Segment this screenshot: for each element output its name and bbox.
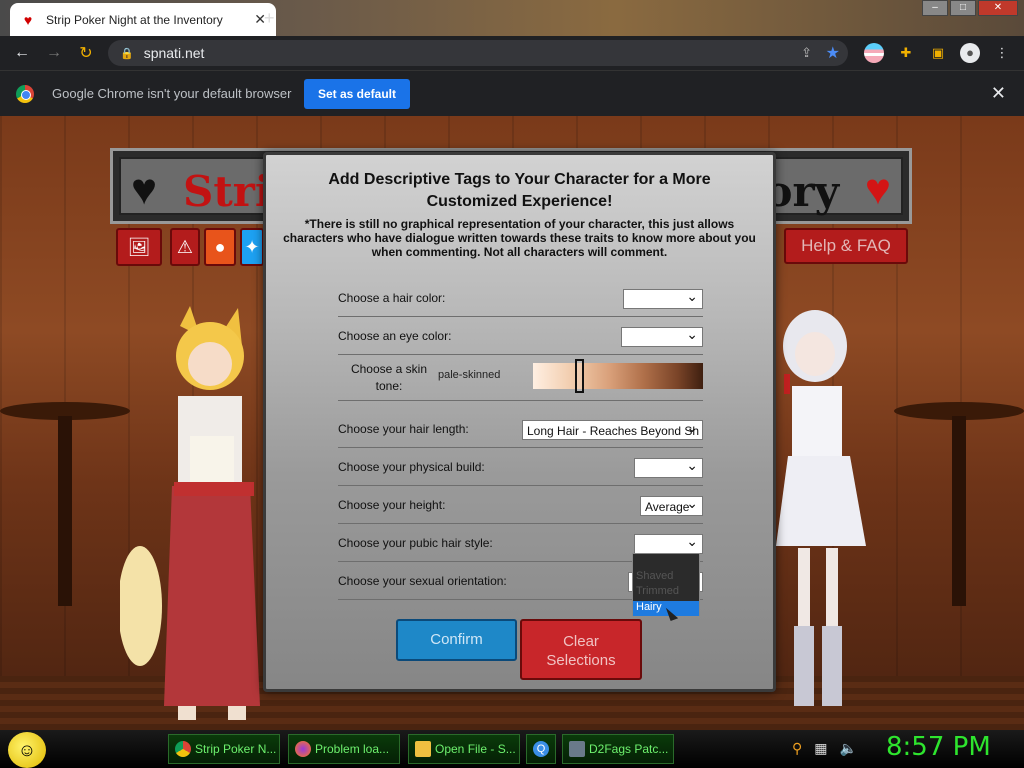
infobar-close-icon[interactable]: ✕ [991,83,1006,104]
red-heart-icon: ♥ [864,165,891,214]
skin-tone-row: Choose a skin tone: pale-skinned [338,355,703,401]
minimize-icon[interactable]: – [922,0,948,16]
browser-toolbar: ← → ↻ 🔒 spnati.net ⇪ ★ ✚ ▣ ● ⋮ [0,36,1024,70]
physical-build-row: Choose your physical build: [338,448,703,486]
browser-tab[interactable]: ♥ Strip Poker Night at the Inventory ✕ [10,3,276,36]
app-icon: Q [533,741,549,757]
dropdown-option-trimmed[interactable]: Trimmed [633,585,699,600]
bar-table-left-leg [58,416,72,606]
character-white-haired-girl [776,310,866,706]
clear-selections-button[interactable]: Clear Selections [520,619,642,680]
url-text: spnati.net [143,45,205,61]
bar-table-right-leg [952,416,966,606]
new-tab-icon[interactable]: + [264,8,275,29]
gallery-button[interactable]: 🖼 [116,228,162,266]
confirm-button[interactable]: Confirm [396,619,517,661]
profile-flag-icon[interactable] [864,43,884,63]
set-as-default-button[interactable]: Set as default [304,79,410,109]
taskbar-item-chrome[interactable]: Strip Poker N... [168,734,280,764]
pubic-hair-label: Choose your pubic hair style: [338,536,493,550]
skin-tone-slider[interactable] [533,359,703,393]
taskbar: ☺ Strip Poker N... Problem loa... Open F… [0,730,1024,768]
orientation-label: Choose your sexual orientation: [338,574,507,588]
start-smiley-icon[interactable]: ☺ [8,732,46,768]
lock-icon: 🔒 [120,47,134,60]
reddit-icon: ● [214,237,226,257]
hair-length-label: Choose your hair length: [338,422,469,436]
tab-title: Strip Poker Night at the Inventory [46,12,223,27]
taskbar-item-image[interactable]: D2Fags Patc... [562,734,674,764]
window-controls: – □ ✕ [922,0,1018,16]
modal-title: Add Descriptive Tags to Your Character f… [328,171,711,210]
infobar-message: Google Chrome isn't your default browser [52,86,292,101]
maximize-icon[interactable]: □ [950,0,976,16]
hair-length-select[interactable]: Long Hair - Reaches Beyond Sh [522,420,703,440]
taskbar-item-firefox[interactable]: Problem loa... [288,734,400,764]
skin-tone-label: Choose a skin tone: [350,362,428,393]
window-close-icon[interactable]: ✕ [978,0,1018,16]
search-icon[interactable]: ⚲ [792,740,802,757]
clear-label-line2: Selections [546,652,616,669]
pubic-hair-select[interactable] [634,534,703,554]
taskbar-item-label: Strip Poker N... [195,742,277,756]
volume-icon[interactable]: 🔈 [840,740,857,757]
warning-icon: ⚠ [176,237,194,257]
hair-color-select[interactable] [623,289,703,309]
default-browser-infobar: Google Chrome isn't your default browser… [0,70,1024,116]
reddit-button[interactable]: ● [204,228,236,266]
firefox-icon [295,741,311,757]
address-bar[interactable]: 🔒 spnati.net ⇪ ★ [108,40,848,66]
window-titlebar: ♥ Strip Poker Night at the Inventory ✕ +… [0,0,1024,36]
modal-note: *There is still no graphical representat… [283,217,756,259]
dropdown-option-shaved[interactable]: Shaved [633,570,699,585]
extensions-puzzle-icon[interactable]: ✚ [896,43,916,63]
eye-color-select[interactable] [621,327,703,347]
taskbar-item-label: D2Fags Patc... [589,742,669,756]
taskbar-item-label: Problem loa... [315,742,390,756]
eye-color-label: Choose an eye color: [338,329,452,343]
image-icon [569,741,585,757]
forward-icon[interactable]: → [38,44,70,62]
chrome-icon [175,741,191,757]
skin-tone-value: pale-skinned [438,369,501,381]
taskbar-clock[interactable]: 8:57 PM [886,732,991,762]
taskbar-item-label: Open File - S... [435,742,516,756]
height-label: Choose your height: [338,498,446,512]
height-select[interactable]: Average [640,496,703,516]
twitter-button[interactable]: ✦ [240,228,264,266]
share-icon[interactable]: ⇪ [801,45,812,61]
skin-tone-slider-thumb[interactable] [575,359,584,393]
hair-color-label: Choose a hair color: [338,291,446,305]
network-icon[interactable]: ▦ [814,740,827,757]
character-fox-girl [120,306,260,720]
physical-build-label: Choose your physical build: [338,460,485,474]
twitter-icon: ✦ [244,237,260,257]
taskbar-item-open-file[interactable]: Open File - S... [408,734,520,764]
hair-length-row: Choose your hair length: Long Hair - Rea… [338,410,703,448]
report-button[interactable]: ⚠ [170,228,200,266]
menu-kebab-icon[interactable]: ⋮ [992,43,1012,63]
taskbar-item-app[interactable]: Q [526,734,556,764]
help-faq-button[interactable]: Help & FAQ [784,228,908,264]
height-row: Choose your height: Average [338,486,703,524]
account-avatar-icon[interactable]: ● [960,43,980,63]
reload-icon[interactable]: ↻ [70,43,102,63]
image-icon: 🖼 [127,237,151,257]
hair-color-row: Choose a hair color: [338,279,703,317]
chrome-logo-icon [16,85,34,103]
physical-build-select[interactable] [634,458,703,478]
clear-label-line1: Clear [563,633,599,650]
back-icon[interactable]: ← [6,44,38,62]
side-panel-icon[interactable]: ▣ [928,43,948,63]
bookmark-star-icon[interactable]: ★ [826,43,840,63]
system-tray: ⚲ ▦ 🔈 [792,740,857,757]
eye-color-row: Choose an eye color: [338,317,703,355]
folder-icon [415,741,431,757]
black-heart-icon: ♥ [131,165,158,214]
heart-favicon-icon: ♥ [23,11,33,28]
